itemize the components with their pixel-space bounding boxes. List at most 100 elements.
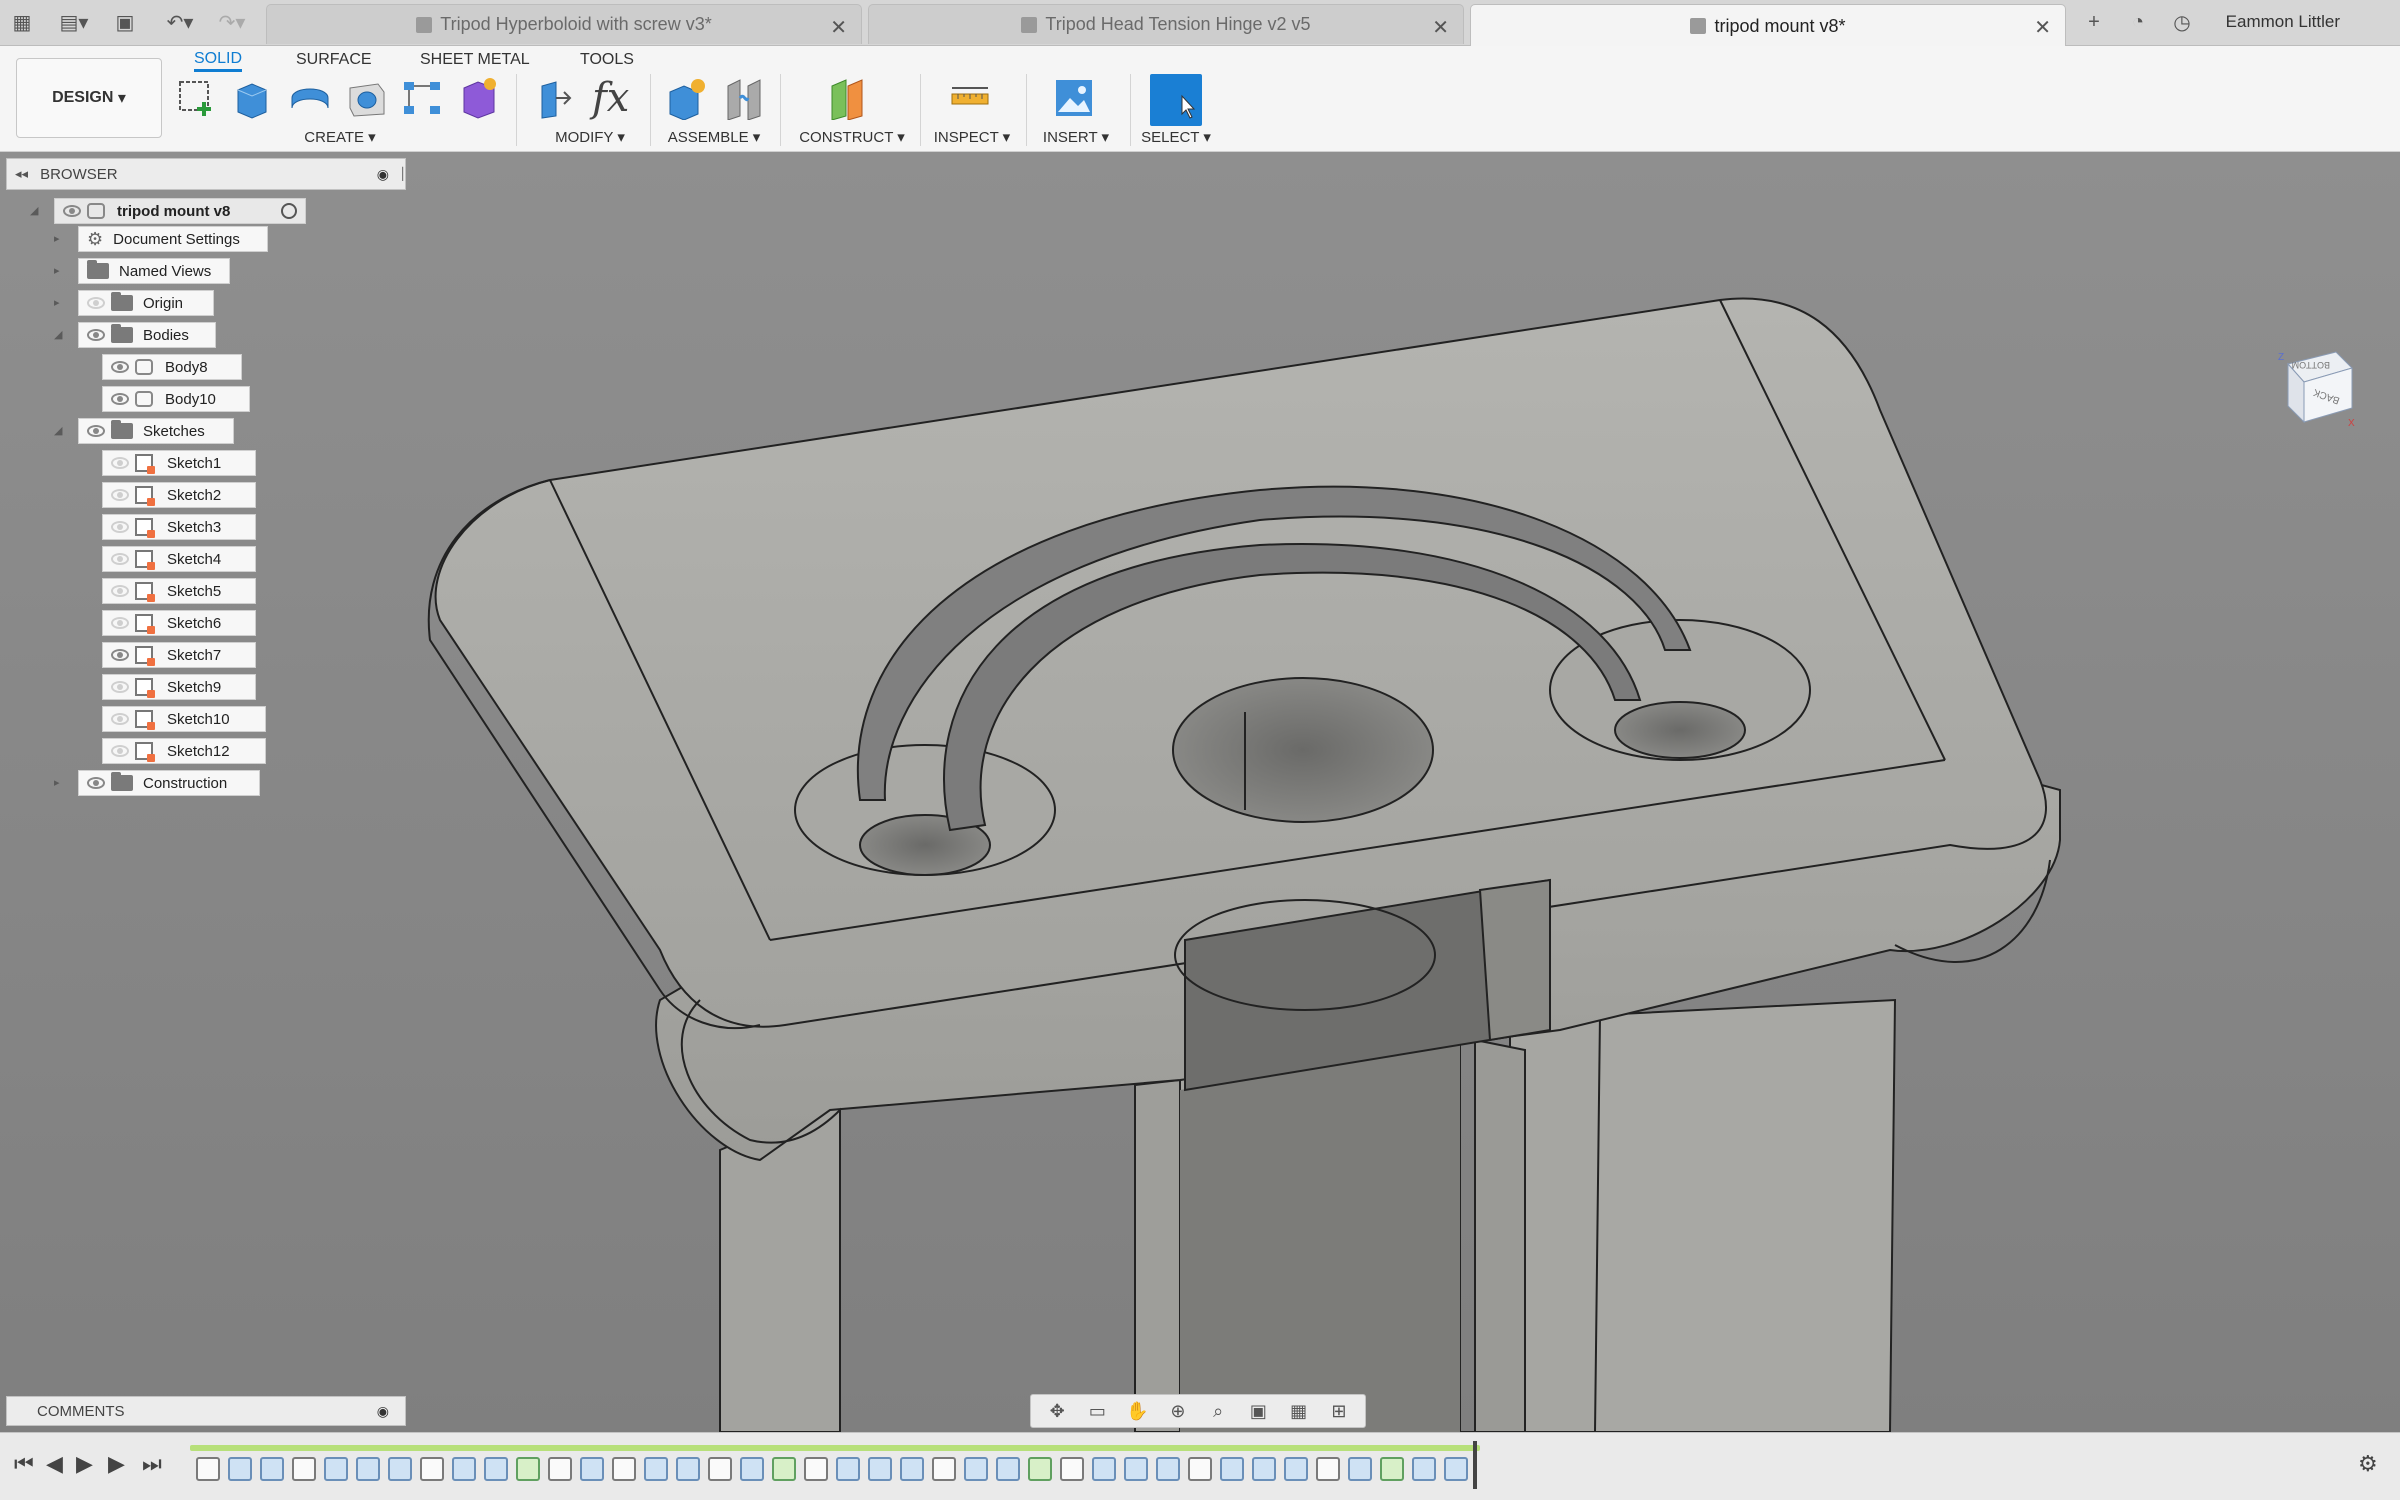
pin-icon[interactable]: ◉ <box>377 166 389 183</box>
timeline-feature-icon[interactable] <box>452 1457 476 1481</box>
document-tab-hyperboloid[interactable]: Tripod Hyperboloid with screw v3* ✕ <box>266 4 862 44</box>
offset-plane-icon[interactable] <box>826 76 870 120</box>
look-at-icon[interactable]: ▭ <box>1085 1400 1109 1422</box>
extrude-icon[interactable] <box>230 76 274 120</box>
timeline-feature-icon[interactable] <box>228 1457 252 1481</box>
tree-item-sketch6[interactable]: Sketch6 <box>102 610 256 636</box>
timeline-feature-icon[interactable] <box>1316 1457 1340 1481</box>
timeline-feature-icon[interactable] <box>868 1457 892 1481</box>
new-component-icon[interactable] <box>664 76 708 120</box>
visibility-eye-icon[interactable] <box>87 777 105 789</box>
inspect-group-label[interactable]: INSPECT ▾ <box>922 128 1022 146</box>
panel-resize-icon[interactable]: ▕ <box>394 167 403 181</box>
timeline-feature-icon[interactable] <box>1412 1457 1436 1481</box>
play-icon[interactable]: ▶ <box>76 1451 93 1477</box>
timeline-feature-icon[interactable] <box>676 1457 700 1481</box>
timeline-feature-icon[interactable] <box>356 1457 380 1481</box>
visibility-eye-icon[interactable] <box>111 649 129 661</box>
tree-item-named-views[interactable]: Named Views <box>78 258 230 284</box>
timeline-feature-icon[interactable] <box>580 1457 604 1481</box>
visibility-eye-icon[interactable] <box>111 745 129 757</box>
file-icon[interactable]: ▤▾ <box>54 8 94 36</box>
expand-arrow-icon[interactable]: ▸ <box>54 232 60 245</box>
timeline-feature-icon[interactable] <box>292 1457 316 1481</box>
tree-item-body8[interactable]: Body8 <box>102 354 242 380</box>
visibility-eye-icon[interactable] <box>111 457 129 469</box>
grid-settings-icon[interactable]: ▦ <box>1287 1400 1311 1422</box>
tree-item-sketch12[interactable]: Sketch12 <box>102 738 266 764</box>
tab-solid[interactable]: SOLID <box>194 48 243 72</box>
expand-arrow-icon[interactable]: ▸ <box>54 776 60 789</box>
tree-item-sketch4[interactable]: Sketch4 <box>102 546 256 572</box>
hole-icon[interactable] <box>344 76 388 120</box>
view-cube[interactable]: BOTTOM BACK Z X <box>2274 342 2358 426</box>
timeline-feature-icon[interactable] <box>996 1457 1020 1481</box>
joint-icon[interactable] <box>722 76 766 120</box>
timeline-feature-icon[interactable] <box>1348 1457 1372 1481</box>
workspace-switcher-button[interactable]: DESIGN ▾ <box>16 58 162 138</box>
grid-menu-icon[interactable]: ▦ <box>10 8 34 36</box>
tree-item-sketch7[interactable]: Sketch7 <box>102 642 256 668</box>
save-icon[interactable]: ▣ <box>112 8 138 36</box>
viewports-icon[interactable]: ⊞ <box>1327 1400 1351 1422</box>
tree-item-bodies[interactable]: Bodies <box>78 322 216 348</box>
timeline-feature-icon[interactable] <box>612 1457 636 1481</box>
comments-panel[interactable]: COMMENTS ◉ <box>6 1396 406 1426</box>
visibility-eye-icon[interactable] <box>111 361 129 373</box>
gear-icon[interactable]: ⚙ <box>2358 1451 2378 1477</box>
timeline-track[interactable] <box>190 1445 1480 1451</box>
timeline-feature-icon[interactable] <box>1060 1457 1084 1481</box>
timeline-feature-icon[interactable] <box>1380 1457 1404 1481</box>
collapse-panel-icon[interactable]: ◂◂ <box>15 166 28 182</box>
timeline-feature-icon[interactable] <box>708 1457 732 1481</box>
timeline-feature-icon[interactable] <box>1028 1457 1052 1481</box>
timeline-feature-icon[interactable] <box>1444 1457 1468 1481</box>
document-tab-tripod-mount[interactable]: tripod mount v8* ✕ <box>1470 4 2066 47</box>
timeline-feature-icon[interactable] <box>324 1457 348 1481</box>
timeline-feature-icon[interactable] <box>1220 1457 1244 1481</box>
timeline-feature-icon[interactable] <box>1124 1457 1148 1481</box>
collapse-arrow-icon[interactable]: ◢ <box>54 328 62 341</box>
visibility-eye-icon[interactable] <box>111 681 129 693</box>
tree-item-sketch10[interactable]: Sketch10 <box>102 706 266 732</box>
timeline-feature-icon[interactable] <box>836 1457 860 1481</box>
visibility-eye-icon[interactable] <box>87 329 105 341</box>
select-group-label[interactable]: SELECT ▾ <box>1126 128 1226 146</box>
pan-icon[interactable]: ✋ <box>1126 1400 1150 1422</box>
tree-item-sketches[interactable]: Sketches <box>78 418 234 444</box>
go-to-end-icon[interactable]: ⏭ <box>142 1451 162 1477</box>
tab-surface[interactable]: SURFACE <box>296 48 372 72</box>
visibility-eye-icon[interactable] <box>63 205 81 217</box>
visibility-eye-icon[interactable] <box>87 297 105 309</box>
step-back-icon[interactable]: ◀ <box>46 1451 63 1477</box>
timeline-feature-icon[interactable] <box>1252 1457 1276 1481</box>
create-group-label[interactable]: CREATE ▾ <box>290 128 390 146</box>
tree-item-body10[interactable]: Body10 <box>102 386 250 412</box>
tree-item-construction[interactable]: Construction <box>78 770 260 796</box>
visibility-eye-icon[interactable] <box>111 553 129 565</box>
timeline-marker[interactable] <box>1473 1441 1477 1489</box>
timeline-feature-icon[interactable] <box>1284 1457 1308 1481</box>
timeline-feature-icon[interactable] <box>900 1457 924 1481</box>
tree-item-sketch3[interactable]: Sketch3 <box>102 514 256 540</box>
expand-arrow-icon[interactable]: ▸ <box>54 296 60 309</box>
visibility-eye-icon[interactable] <box>111 393 129 405</box>
timeline-feature-icon[interactable] <box>932 1457 956 1481</box>
viewcube-face-bottom[interactable]: BOTTOM <box>2292 360 2330 370</box>
root-component[interactable]: tripod mount v8 <box>54 198 306 224</box>
tree-item-sketch2[interactable]: Sketch2 <box>102 482 256 508</box>
timeline-feature-icon[interactable] <box>740 1457 764 1481</box>
timeline-feature-icon[interactable] <box>1092 1457 1116 1481</box>
extensions-icon[interactable]: ◔ <box>2124 8 2152 36</box>
modify-group-label[interactable]: MODIFY ▾ <box>540 128 640 146</box>
tree-item-origin[interactable]: Origin <box>78 290 214 316</box>
redo-icon[interactable]: ↷▾ <box>212 8 252 36</box>
timeline-feature-icon[interactable] <box>964 1457 988 1481</box>
collapse-arrow-icon[interactable]: ◢ <box>30 204 38 217</box>
tree-item-sketch1[interactable]: Sketch1 <box>102 450 256 476</box>
timeline-feature-icon[interactable] <box>804 1457 828 1481</box>
pattern-icon[interactable] <box>400 76 444 120</box>
visibility-eye-icon[interactable] <box>111 585 129 597</box>
insert-image-icon[interactable] <box>1052 76 1096 120</box>
insert-group-label[interactable]: INSERT ▾ <box>1026 128 1126 146</box>
